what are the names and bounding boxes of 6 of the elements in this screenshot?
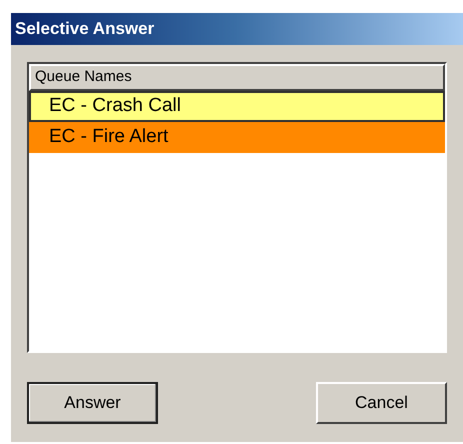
window-title: Selective Answer [15,18,154,40]
answer-button[interactable]: Answer [27,382,158,424]
cancel-button[interactable]: Cancel [316,382,447,424]
queue-row[interactable]: EC - Crash Call [29,91,445,122]
queue-row[interactable]: EC - Fire Alert [29,122,445,153]
column-header[interactable]: Queue Names [29,64,445,91]
